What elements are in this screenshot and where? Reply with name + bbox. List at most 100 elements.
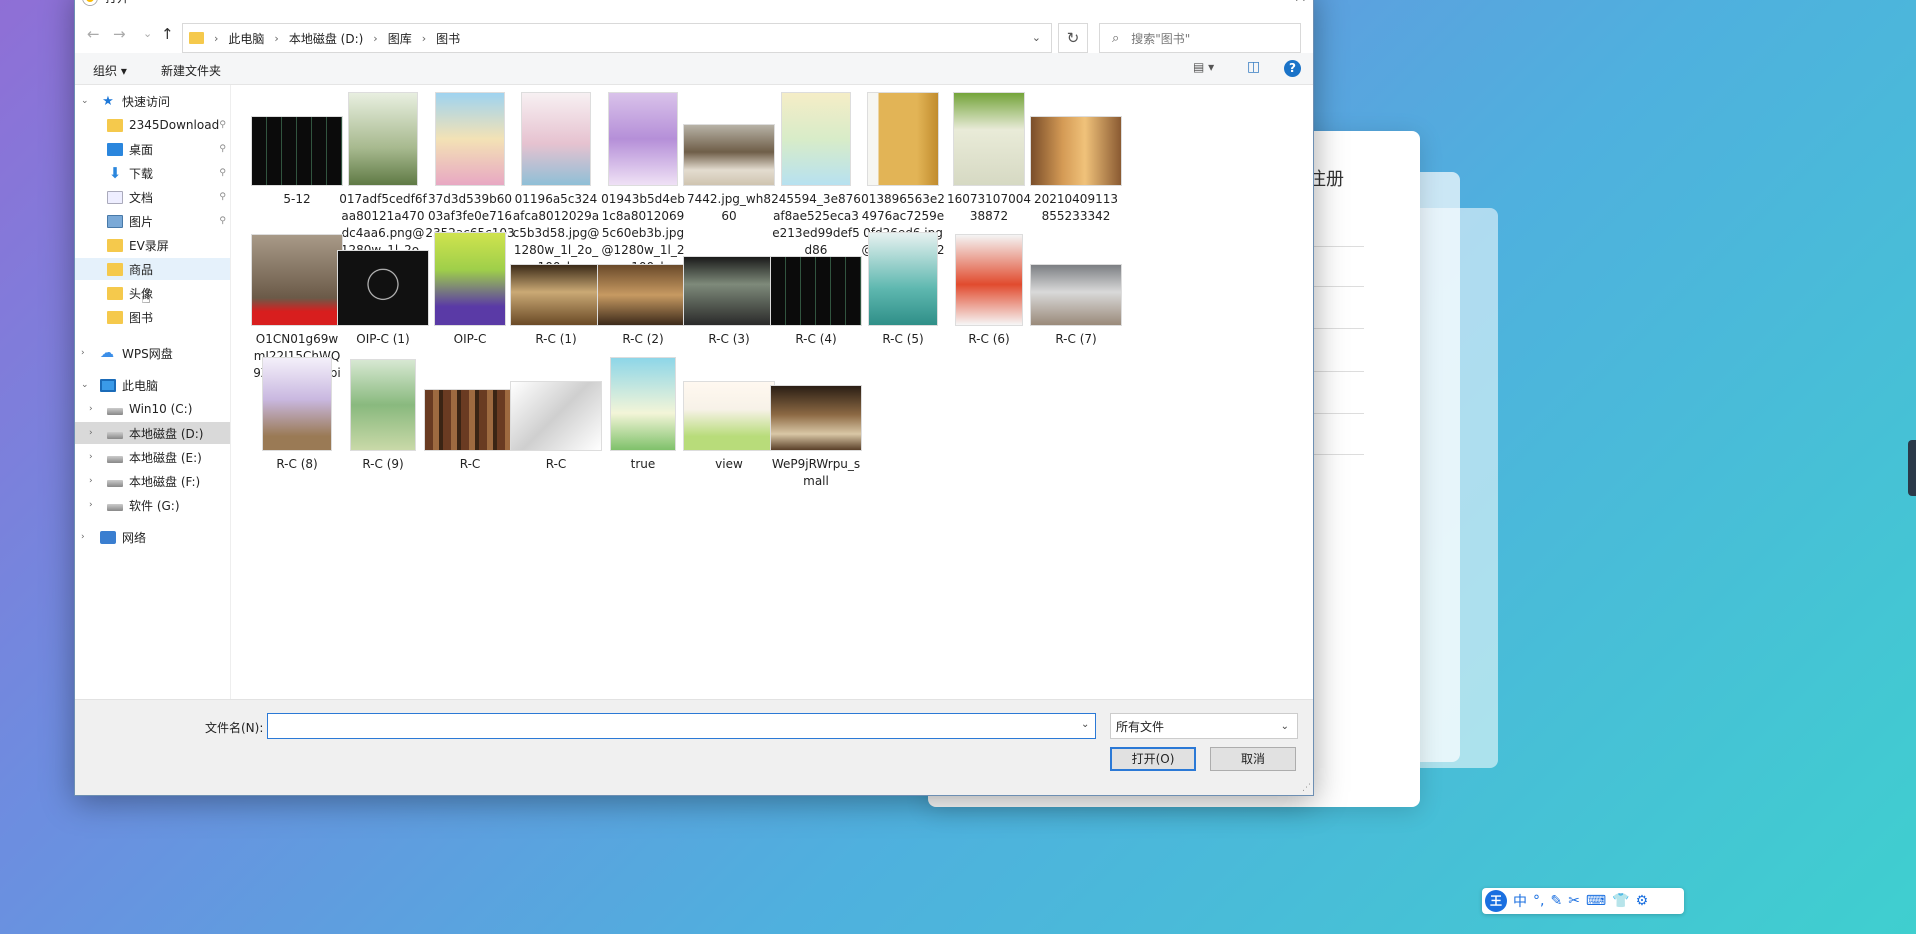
nav-item-8[interactable]: 图书 — [75, 306, 230, 328]
up-arrow-icon[interactable]: ↑ — [161, 25, 174, 43]
expand-chevron-icon[interactable]: ⌄ — [81, 96, 89, 106]
file-item[interactable]: R-C (4) — [767, 233, 865, 348]
ime-keyboard-icon[interactable]: ⌨ — [1586, 893, 1606, 909]
folder-icon — [189, 32, 204, 44]
side-handle[interactable] — [1908, 440, 1916, 496]
file-item[interactable]: R-C — [507, 358, 605, 473]
file-name: WeP9jRWrpu_small — [771, 457, 861, 488]
ime-logo-icon[interactable]: 王 — [1485, 890, 1507, 912]
file-item[interactable]: OIP-C (1) — [334, 233, 432, 348]
nav-this-pc[interactable]: ⌄ 此电脑 — [75, 374, 230, 396]
file-name: R-C (7) — [1055, 332, 1097, 346]
file-item[interactable]: R-C (2) — [594, 233, 692, 348]
thumbnail-frame — [248, 93, 346, 185]
file-item[interactable]: R-C (8) — [248, 358, 346, 473]
expand-chevron-icon[interactable]: › — [89, 428, 93, 438]
file-item[interactable]: R-C (5) — [854, 233, 952, 348]
view-options-icon[interactable]: ▤ ▾ — [1193, 60, 1214, 74]
file-item[interactable]: true — [594, 358, 692, 473]
ime-handwrite-icon[interactable]: ✎ — [1550, 893, 1562, 909]
search-box[interactable]: ⌕ 搜索"图书" — [1099, 23, 1301, 53]
form-line — [1312, 454, 1364, 455]
file-item[interactable]: WeP9jRWrpu_small — [767, 358, 865, 490]
nav-item-label: 图书 — [129, 310, 154, 325]
expand-chevron-icon[interactable]: › — [89, 404, 93, 414]
expand-chevron-icon[interactable]: › — [89, 452, 93, 462]
title-bar[interactable]: 打开 ✕ — [75, 0, 1313, 13]
file-item[interactable]: 1607310700438872 — [940, 93, 1038, 225]
file-item[interactable]: OIP-C — [421, 233, 519, 348]
open-button[interactable]: 打开(O) — [1110, 747, 1196, 771]
nav-item-label: 桌面 — [129, 142, 154, 157]
nav-item-0[interactable]: 2345Download ⚲ — [75, 114, 230, 136]
file-item[interactable]: R-C (3) — [680, 233, 778, 348]
thumbnail-frame — [334, 93, 432, 185]
address-dropdown-icon[interactable]: ⌄ — [1032, 31, 1041, 44]
thumbnail-frame — [507, 93, 605, 185]
nav-drive-3[interactable]: › 本地磁盘 (F:) — [75, 470, 230, 492]
file-thumbnail — [338, 251, 428, 325]
expand-chevron-icon[interactable]: › — [89, 476, 93, 486]
nav-item-5[interactable]: EV录屏 — [75, 234, 230, 256]
file-item[interactable]: 5-12 — [248, 93, 346, 208]
folder-icon — [107, 238, 123, 252]
breadcrumb-gallery[interactable]: 图库 — [388, 30, 412, 47]
file-thumbnail — [1031, 265, 1121, 325]
expand-chevron-icon[interactable]: ⌄ — [81, 380, 89, 390]
filetype-select[interactable]: 所有文件 ⌄ — [1110, 713, 1298, 739]
thumbnail-frame — [940, 93, 1038, 185]
ime-punctuation-icon[interactable]: °, — [1533, 893, 1544, 909]
breadcrumb-this-pc[interactable]: 此电脑 — [228, 30, 264, 47]
cancel-button[interactable]: 取消 — [1210, 747, 1296, 771]
file-item[interactable]: view — [680, 358, 778, 473]
file-item[interactable]: R-C (7) — [1027, 233, 1125, 348]
breadcrumb-books[interactable]: 图书 — [436, 30, 460, 47]
nav-wps-cloud[interactable]: › ☁ WPS网盘 — [75, 342, 230, 364]
file-item[interactable]: 7442.jpg_wh860 — [680, 93, 778, 225]
nav-quick-access[interactable]: ⌄ ★ 快速访问 — [75, 90, 230, 112]
pin-icon: ⚲ — [219, 216, 226, 226]
pin-icon: ⚲ — [219, 120, 226, 130]
ime-scissors-icon[interactable]: ✂ — [1568, 893, 1580, 909]
filename-input[interactable] — [267, 713, 1096, 739]
expand-chevron-icon[interactable]: › — [81, 532, 85, 542]
forward-arrow-icon[interactable]: → — [113, 25, 126, 43]
recent-locations-icon[interactable]: ⌄ — [143, 27, 152, 40]
mouse-cursor-icon: ☝ — [141, 288, 151, 307]
file-item[interactable]: R-C (6) — [940, 233, 1038, 348]
nav-drive-2[interactable]: › 本地磁盘 (E:) — [75, 446, 230, 468]
ime-settings-icon[interactable]: ⚙ — [1636, 893, 1649, 909]
nav-item-3[interactable]: 文档 ⚲ — [75, 186, 230, 208]
file-item[interactable]: 20210409113855233342 — [1027, 93, 1125, 225]
file-item[interactable]: R-C (9) — [334, 358, 432, 473]
nav-item-2[interactable]: ⬇ 下载 ⚲ — [75, 162, 230, 184]
back-arrow-icon[interactable]: ← — [87, 25, 100, 43]
nav-item-6[interactable]: 商品 — [75, 258, 230, 280]
nav-drive-4[interactable]: › 软件 (G:) — [75, 494, 230, 516]
nav-item-4[interactable]: 图片 ⚲ — [75, 210, 230, 232]
preview-pane-icon[interactable]: ◫ — [1247, 59, 1260, 75]
nav-item-1[interactable]: 桌面 ⚲ — [75, 138, 230, 160]
ime-skin-icon[interactable]: 👕 — [1612, 893, 1629, 909]
expand-chevron-icon[interactable]: › — [89, 500, 93, 510]
organize-button[interactable]: 组织 ▾ — [93, 62, 127, 79]
address-bar[interactable]: › 此电脑 › 本地磁盘 (D:) › 图库 › 图书 ⌄ — [182, 23, 1052, 53]
ime-chinese-mode[interactable]: 中 — [1513, 891, 1527, 911]
refresh-button[interactable]: ↻ — [1058, 23, 1088, 53]
filename-history-dropdown-icon[interactable]: ⌄ — [1081, 719, 1089, 730]
nav-drive-1[interactable]: › 本地磁盘 (D:) — [75, 422, 230, 444]
file-item[interactable]: R-C — [421, 358, 519, 473]
help-icon[interactable]: ? — [1284, 60, 1301, 77]
nav-drive-0[interactable]: › Win10 (C:) — [75, 398, 230, 420]
nav-item-7[interactable]: 头像 — [75, 282, 230, 304]
breadcrumb-separator: › — [421, 31, 427, 45]
breadcrumb-drive-d[interactable]: 本地磁盘 (D:) — [289, 30, 363, 47]
close-button[interactable]: ✕ — [1294, 0, 1307, 6]
expand-chevron-icon[interactable]: › — [81, 348, 85, 358]
resize-grip-icon[interactable]: ⋰ — [1302, 783, 1311, 793]
file-item[interactable]: R-C (1) — [507, 233, 605, 348]
pin-icon: ⚲ — [219, 168, 226, 178]
nav-network[interactable]: › 网络 — [75, 526, 230, 548]
new-folder-button[interactable]: 新建文件夹 — [161, 62, 221, 79]
chevron-down-icon: ⌄ — [1280, 720, 1289, 732]
